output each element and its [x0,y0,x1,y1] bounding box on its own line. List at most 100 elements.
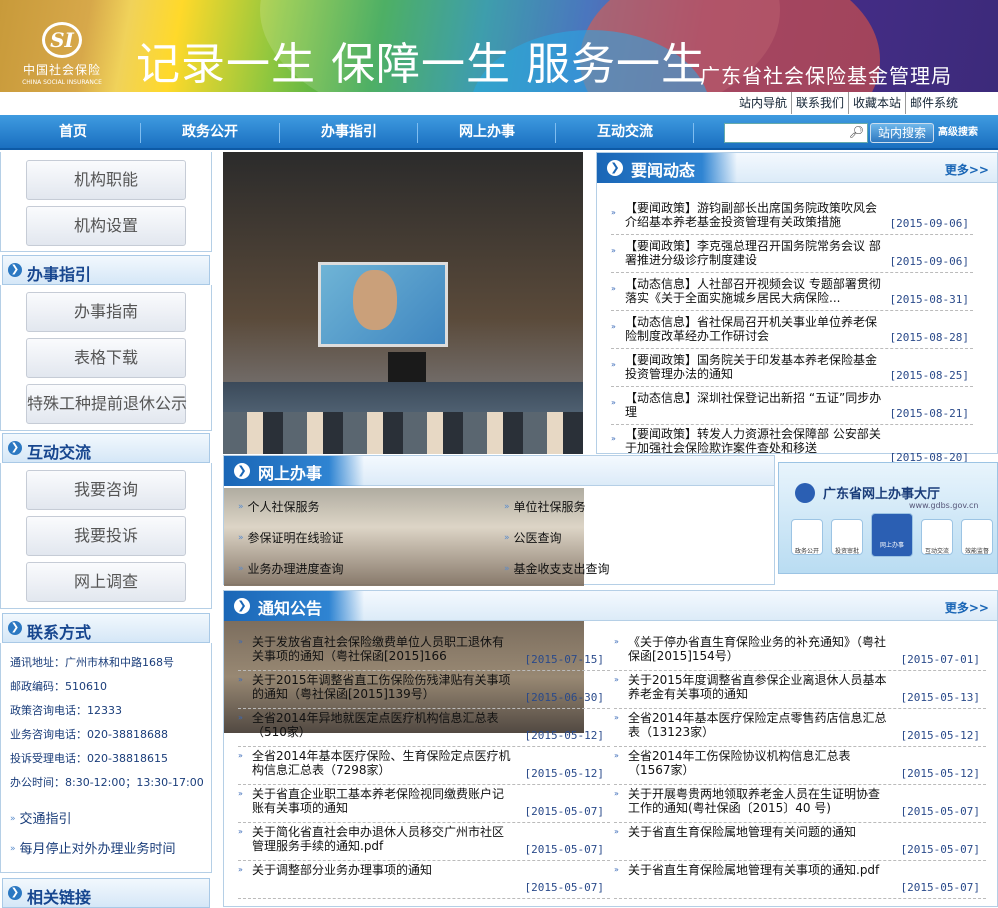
news-item-text: 【要闻政策】国务院关于印发基本养老保险基金投资管理办法的通知 [625,353,878,381]
bullet-icon: » [238,827,243,836]
sidebar-section-related: ❯ 相关链接 [2,878,210,908]
notice-item-text: 关于省直生育保险属地管理有关事项的通知.pdf [628,863,880,877]
notice-item[interactable]: » 关于省直生育保险属地管理有关事项的通知.pdf [2015-05-07] [614,861,986,899]
sidebar-item-forms[interactable]: 表格下载 [26,338,186,378]
bullet-icon: » [10,814,16,824]
notice-item[interactable]: » 关于省直企业职工基本养老保险视同缴费账户记账有关事项的通知 [2015-05-0… [238,785,610,823]
notice-item-text: 关于发放省直社会保险缴费单位人员职工退休有关事项的通知（粤社保函[2015]16… [252,635,505,663]
notice-item-text: 全省2014年工伤保险协议机构信息汇总表（1567家） [628,749,851,777]
notice-item[interactable]: » 全省2014年基本医疗保险定点零售药店信息汇总表（13123家） [2015-0… [614,709,986,747]
news-item[interactable]: » 【要闻政策】国务院关于印发基本养老保险基金投资管理办法的通知 [2015-08-… [611,351,973,387]
notice-item-text: 关于开展粤贵两地领取养老金人员在生证明协查工作的通知(粤社保函〔2015〕40 … [628,787,881,815]
notice-item[interactable]: » 全省2014年基本医疗保险、生育保险定点医疗机构信息汇总表（7298家） [20… [238,747,610,785]
nav-online-service[interactable]: 网上办事 [418,115,556,150]
notice-item[interactable]: » 关于简化省直社会申办退休人员移交广州市社区管理服务手续的通知.pdf [2015… [238,823,610,861]
bullet-icon: » [611,246,616,255]
header-banner: SI 中国社会保险 CHINA SOCIAL INSURANCE 记录一生 保障… [0,0,998,92]
notice-item[interactable]: » 关于调整部分业务办理事项的通知 [2015-05-07] [238,861,610,899]
service-label: 个人社保服务 [247,500,320,514]
news-item[interactable]: » 【动态信息】人社部召开视频会议 专题部署贯彻落实《关于全面实施城乡居民大病保险… [611,275,973,311]
news-item[interactable]: » 【动态信息】省社保局召开机关事业单位养老保险制度改革经办工作研讨会 [2015-… [611,313,973,349]
sidebar-item-guide[interactable]: 办事指南 [26,292,186,332]
hall-icon-online: 网上办事 [871,513,913,557]
sidebar-section-title: 互动交流 [27,443,92,462]
notice-item-text: 关于2015年度调整省直参保企业离退休人员基本养老金有关事项的通知 [628,673,887,701]
link-label: 每月停止对外办理业务时间 [19,842,176,857]
nav-home[interactable]: 首页 [0,115,146,150]
sidebar-item-complaint[interactable]: 我要投诉 [26,516,186,556]
service-public-medical[interactable]: » 公医查询 [504,529,562,546]
notice-item[interactable]: » 全省2014年工伤保险协议机构信息汇总表（1567家） [2015-05-12] [614,747,986,785]
news-item-date: [2015-08-31] [889,293,969,306]
notice-item-date: [2015-06-30] [524,691,604,704]
sidebar-item-survey[interactable]: 网上调查 [26,562,186,602]
link-label: 交通指引 [19,812,72,827]
notice-item[interactable]: » 关于省直生育保险属地管理有关问题的通知 [2015-05-07] [614,823,986,861]
notice-item[interactable]: » 关于2015年度调整省直参保企业离退休人员基本养老金有关事项的通知 [2015-… [614,671,986,709]
sidebar-section-title: 联系方式 [27,623,92,642]
news-item[interactable]: » 【动态信息】深圳社保登记出新招 “五证”同步办理 [2015-08-21] [611,389,973,425]
news-photo[interactable] [223,152,583,454]
nav-interaction[interactable]: 互动交流 [556,115,694,150]
service-certificate-verify[interactable]: » 参保证明在线验证 [238,529,344,546]
news-title: 要闻动态 [631,161,696,180]
notice-item[interactable]: » 关于开展粤贵两地领取养老金人员在生证明协查工作的通知(粤社保函〔2015〕40… [614,785,986,823]
sidebar-item-early-retirement[interactable]: 特殊工种提前退休公示 [26,384,187,424]
top-links: 站内导航 联系我们 收藏本站 邮件系统 [735,92,962,114]
notice-panel: ❯ 通知公告 更多>> » 关于发放省直社会保险缴费单位人员职工退休有关事项的通知… [223,590,998,907]
online-title: 网上办事 [258,464,323,483]
notice-item[interactable]: » 全省2014年异地就医定点医疗机构信息汇总表（510家） [2015-05-12… [238,709,610,747]
arrow-circle-icon: ❯ [8,621,22,635]
news-item[interactable]: » 【要闻政策】游钧副部长出席国务院政策吹风会 介绍基本养老基金投资管理有关政策措… [611,199,973,235]
sidebar-item-functions[interactable]: 机构职能 [26,160,186,200]
nav-gov-affairs[interactable]: 政务公开 [141,115,279,150]
news-item-text: 【动态信息】人社部召开视频会议 专题部署贯彻落实《关于全面实施城乡居民大病保险.… [625,277,881,305]
site-logo[interactable]: SI 中国社会保险 CHINA SOCIAL INSURANCE [14,22,110,86]
news-item-text: 【要闻政策】李克强总理召开国务院常务会议 部署推进分级诊疗制度建设 [625,239,881,267]
search-input[interactable]: 🔎︎ [724,123,868,143]
online-hall-banner[interactable]: 广东省网上办事大厅 www.gdbs.gov.cn 政务公开 投资审批 网上办事… [778,462,998,574]
sidebar-item-consult[interactable]: 我要咨询 [26,470,186,510]
link-bookmark[interactable]: 收藏本站 [848,92,905,114]
link-mail-system[interactable]: 邮件系统 [905,92,962,114]
news-item[interactable]: » 【要闻政策】李克强总理召开国务院常务会议 部署推进分级诊疗制度建设 [2015-… [611,237,973,273]
service-progress-query[interactable]: » 业务办理进度查询 [238,560,344,577]
bullet-icon: » [611,284,616,293]
service-employer[interactable]: » 单位社保服务 [504,498,586,515]
logo-cn: 中国社会保险 [22,63,101,77]
link-site-nav[interactable]: 站内导航 [735,92,791,114]
link-contact-us[interactable]: 联系我们 [791,92,848,114]
nav-divider [693,123,694,143]
link-traffic-guide[interactable]: » 交通指引 [10,808,72,827]
search-icon: 🔎︎ [848,125,864,139]
arrow-circle-icon: ❯ [234,598,250,614]
notice-item[interactable]: » 关于2015年调整省直工伤保险伤残津贴有关事项的通知（粤社保函[2015]13… [238,671,610,709]
notice-item-date: [2015-07-01] [900,653,980,666]
sidebar-section-guide: ❯ 办事指引 [2,255,210,285]
nav-guide[interactable]: 办事指引 [280,115,418,150]
arrow-circle-icon: ❯ [8,263,22,277]
search-button[interactable]: 站内搜索 [870,123,934,143]
org-name: 广东省社会保险基金管理局 [700,64,952,88]
sidebar-item-structure[interactable]: 机构设置 [26,206,186,246]
service-fund-query[interactable]: » 基金收支支出查询 [504,560,610,577]
news-item-date: [2015-08-28] [889,331,969,344]
notice-item-text: 关于简化省直社会申办退休人员移交广州市社区管理服务手续的通知.pdf [252,825,505,853]
notice-item[interactable]: » 《关于停办省直生育保险业务的补充通知》（粤社保函[2015]154号） [201… [614,633,986,671]
notice-more-link[interactable]: 更多>> [945,599,989,616]
contact-office-hours: 办公时间：8:30-12:00；13:30-17:00 [10,776,204,789]
notice-item-date: [2015-05-12] [524,729,604,742]
bullet-icon: » [238,865,243,874]
contact-address: 通讯地址：广州市林和中路168号 [10,656,174,669]
bullet-icon: » [614,789,619,798]
notice-item-text: 关于2015年调整省直工伤保险伤残津贴有关事项的通知（粤社保函[2015]139… [252,673,511,701]
contact-postcode: 邮政编码：510610 [10,680,107,693]
link-monthly-closure[interactable]: » 每月停止对外办理业务时间 [10,838,176,857]
advanced-search-link[interactable]: 高级搜索 [938,124,978,142]
notice-item[interactable]: » 关于发放省直社会保险缴费单位人员职工退休有关事项的通知（粤社保函[2015]1… [238,633,610,671]
notice-item-text: 关于调整部分业务办理事项的通知 [252,863,433,877]
news-more-link[interactable]: 更多>> [945,161,989,178]
bullet-icon: » [611,434,616,443]
service-label: 基金收支支出查询 [513,562,610,576]
service-personal[interactable]: » 个人社保服务 [238,498,320,515]
